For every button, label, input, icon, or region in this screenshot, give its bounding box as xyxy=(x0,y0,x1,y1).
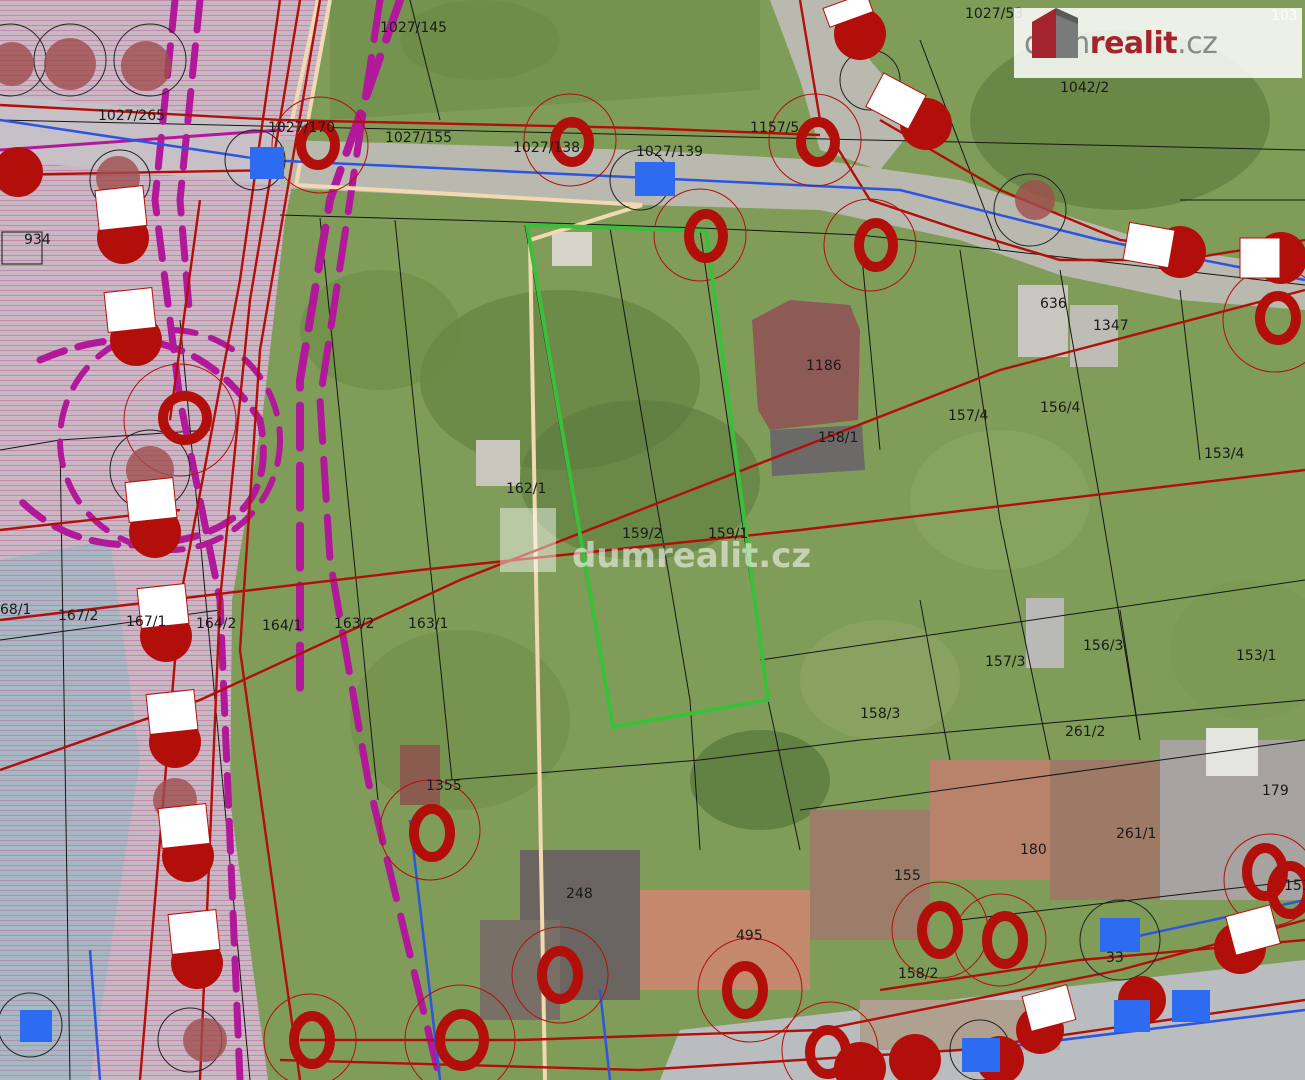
parcel-label: 180 xyxy=(1020,842,1047,858)
parcel-label: 153 xyxy=(1284,878,1305,894)
parcel-label: 1027/155 xyxy=(385,130,452,146)
parcel-label: 1027/145 xyxy=(380,20,447,36)
parcel-label: 636 xyxy=(1040,296,1067,312)
map-canvas: dumrealit.cz 1027/145 1027/53 103 1027/2… xyxy=(0,0,1305,1080)
parcel-label: 261/1 xyxy=(1116,826,1156,842)
parcel-label: 153/1 xyxy=(1236,648,1276,664)
watermark-text: dumrealit.cz xyxy=(572,536,811,576)
parcel-label: 159/1 xyxy=(708,526,748,542)
parcel-label: 1157/5 xyxy=(750,120,799,136)
parcel-label: 1355 xyxy=(426,778,462,794)
parcel-label: 167/1 xyxy=(126,614,166,630)
parcel-label: 248 xyxy=(566,886,593,902)
parcel-label: 158/3 xyxy=(860,706,900,722)
parcel-label: 167/2 xyxy=(58,608,98,624)
parcel-label: 1027/170 xyxy=(268,120,335,136)
parcel-label: 163/1 xyxy=(408,616,448,632)
parcel-label: 1042/2 xyxy=(1060,80,1109,96)
parcel-label: 33 xyxy=(1106,950,1124,966)
parcel-label: 158/1 xyxy=(818,430,858,446)
parcel-label: 156/3 xyxy=(1083,638,1123,654)
dumrealit-logo[interactable]: dumrealit.cz xyxy=(1014,8,1302,78)
house-logo-icon xyxy=(1032,8,1078,58)
parcel-label: 157/3 xyxy=(985,654,1025,670)
cadastral-map[interactable]: dumrealit.cz 1027/145 1027/53 103 1027/2… xyxy=(0,0,1305,1080)
parcel-label: 159/2 xyxy=(622,526,662,542)
parcel-label: 164/2 xyxy=(196,616,236,632)
parcel-label: 157/4 xyxy=(948,408,988,424)
parcel-label: 1027/265 xyxy=(98,108,165,124)
parcel-label: 495 xyxy=(736,928,763,944)
parcel-label: 164/1 xyxy=(262,618,302,634)
parcel-label: 153/4 xyxy=(1204,446,1244,462)
parcel-label: 934 xyxy=(24,232,51,248)
parcel-label: 158/2 xyxy=(898,966,938,982)
parcel-label: 1027/138 xyxy=(513,140,580,156)
parcel-label: 1027/139 xyxy=(636,144,703,160)
parcel-label: 1347 xyxy=(1093,318,1129,334)
parcel-label: 1186 xyxy=(806,358,842,374)
parcel-label: 179 xyxy=(1262,783,1289,799)
parcel-label: 261/2 xyxy=(1065,724,1105,740)
parcel-label: 68/1 xyxy=(0,602,31,618)
parcel-label: 156/4 xyxy=(1040,400,1080,416)
parcel-label: 162/1 xyxy=(506,481,546,497)
parcel-label: 163/2 xyxy=(334,616,374,632)
parcel-label: 155 xyxy=(894,868,921,884)
